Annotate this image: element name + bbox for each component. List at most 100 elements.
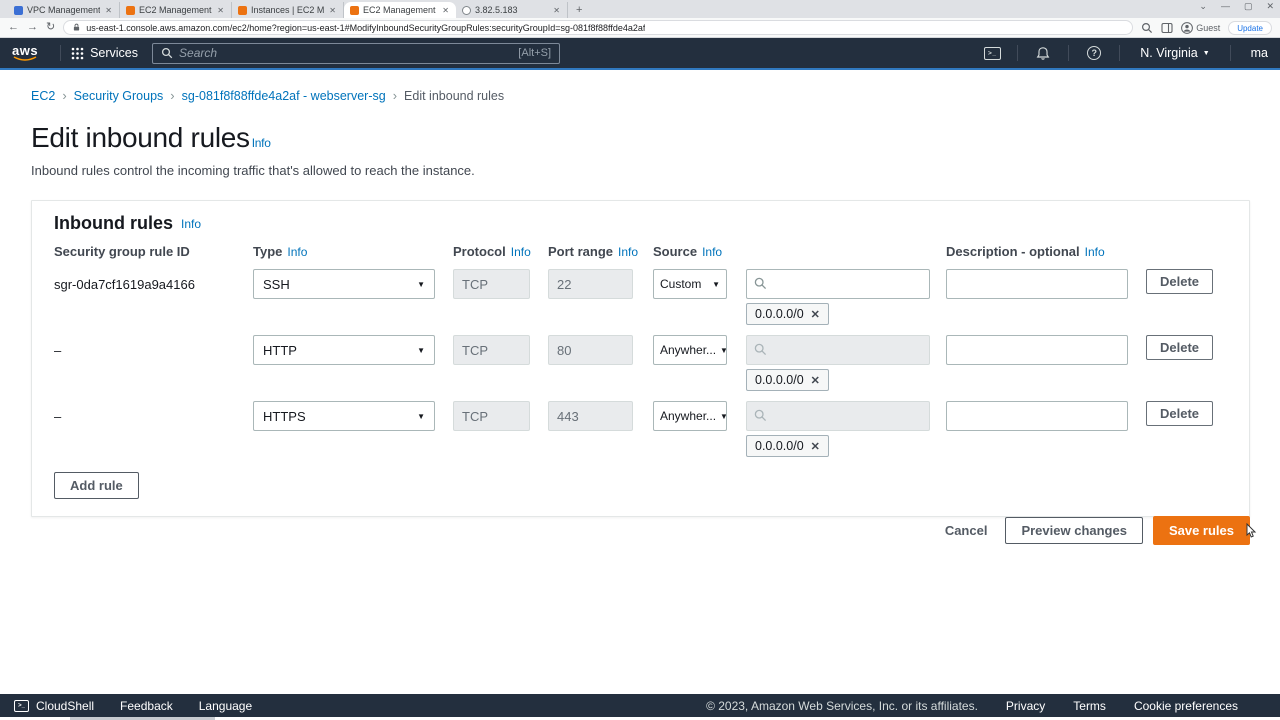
window-minimize-icon[interactable]: — [1221,1,1230,12]
address-bar[interactable]: us-east-1.console.aws.amazon.com/ec2/hom… [63,20,1133,35]
browser-profile-button[interactable]: Guest [1181,22,1220,34]
col-source: Source [653,244,697,259]
page-subtitle: Inbound rules control the incoming traff… [31,163,1280,178]
aws-logo[interactable]: aws [12,45,38,61]
tab-close-icon[interactable]: ✕ [328,6,337,15]
account-menu[interactable]: ma [1241,46,1268,60]
aws-logo-text: aws [12,45,38,56]
type-select[interactable]: HTTP▼ [253,335,435,365]
window-maximize-icon[interactable]: ▢ [1244,1,1253,12]
save-rules-button[interactable]: Save rules [1153,516,1250,545]
description-input[interactable] [946,269,1128,299]
cancel-button[interactable]: Cancel [937,517,996,544]
rule-id: sgr-0da7cf1619a9a4166 [54,269,253,292]
breadcrumb-separator-icon: › [386,88,404,103]
col-description-info-link[interactable]: Info [1085,245,1105,259]
source-type-value: Custom [660,277,701,291]
cloudshell-terminal-icon: >_ [14,700,29,712]
tab-ec2-console-1[interactable]: EC2 Management Console ✕ [120,2,232,18]
avatar-icon [1181,22,1193,34]
col-protocol-info-link[interactable]: Info [511,245,531,259]
tab-close-icon[interactable]: ✕ [216,6,225,15]
help-button[interactable]: ? [1079,46,1109,60]
back-icon[interactable]: ← [8,22,19,33]
remove-cidr-icon[interactable]: ✕ [811,374,820,387]
forward-icon[interactable]: → [27,22,38,33]
breadcrumb-security-group-id[interactable]: sg-081f8f88ffde4a2af - webserver-sg [182,89,386,103]
card-info-link[interactable]: Info [181,217,201,231]
port-range-field [548,335,633,365]
remove-cidr-icon[interactable]: ✕ [811,440,820,453]
side-panel-icon[interactable] [1161,22,1173,34]
preview-changes-button[interactable]: Preview changes [1005,517,1143,544]
breadcrumb-ec2[interactable]: EC2 [31,89,55,103]
grid-icon [71,47,84,60]
breadcrumb: EC2 › Security Groups › sg-081f8f88ffde4… [31,88,1280,103]
type-select[interactable]: HTTPS▼ [253,401,435,431]
cidr-value: 0.0.0.0/0 [755,439,804,453]
window-controls: ⌄ — ▢ ✕ [1199,1,1274,12]
browser-toolbar: ← → ↻ us-east-1.console.aws.amazon.com/e… [0,18,1280,38]
title-info-link[interactable]: Info [252,136,271,150]
inbound-rules-card: Inbound rules Info Security group rule I… [31,200,1250,517]
description-input[interactable] [946,335,1128,365]
browser-update-button[interactable]: Update [1228,21,1272,35]
source-type-select[interactable]: Anywher... ▼ [653,401,727,431]
source-type-select[interactable]: Custom ▼ [653,269,727,299]
cidr-value: 0.0.0.0/0 [755,307,804,321]
source-search-wrap [746,335,930,365]
notifications-button[interactable] [1028,46,1058,61]
window-close-icon[interactable]: ✕ [1266,1,1274,12]
new-tab-button[interactable]: + [568,2,590,18]
breadcrumb-separator-icon: › [55,88,73,103]
breadcrumb-security-groups[interactable]: Security Groups [74,89,164,103]
tab-search-chevron-icon[interactable]: ⌄ [1199,1,1207,12]
services-menu-button[interactable]: Services [71,46,138,60]
delete-rule-button[interactable]: Delete [1146,401,1213,426]
main-content: EC2 › Security Groups › sg-081f8f88ffde4… [0,70,1280,694]
footer-cloudshell-button[interactable]: >_ CloudShell [14,699,94,713]
type-value: HTTP [263,343,297,358]
type-select[interactable]: SSH▼ [253,269,435,299]
remove-cidr-icon[interactable]: ✕ [811,308,820,321]
footer-language-link[interactable]: Language [199,699,252,713]
footer-privacy-link[interactable]: Privacy [1006,699,1045,713]
vpc-favicon-icon [14,6,23,15]
col-type-info-link[interactable]: Info [287,245,307,259]
add-rule-button[interactable]: Add rule [54,472,139,499]
table-row: sgr-0da7cf1619a9a4166 SSH▼ Custom ▼ Delet… [32,269,1249,325]
footer-feedback-link[interactable]: Feedback [120,699,173,713]
refresh-icon[interactable]: ↻ [46,22,55,33]
col-port-info-link[interactable]: Info [618,245,638,259]
table-row: – HTTPS▼ Anywher...▼ Delete 0.0.0.0/0 ✕ [32,401,1249,457]
delete-rule-button[interactable]: Delete [1146,269,1213,294]
search-icon[interactable] [1141,22,1153,34]
chevron-down-icon: ▼ [712,280,720,289]
ec2-favicon-icon [126,6,135,15]
region-selector[interactable]: N. Virginia ▼ [1130,46,1219,60]
col-source-info-link[interactable]: Info [702,245,722,259]
tab-close-icon[interactable]: ✕ [104,6,113,15]
tab-title: VPC Management Console [27,5,100,15]
footer-terms-link[interactable]: Terms [1073,699,1106,713]
port-range-field [548,401,633,431]
tab-ec2-console-active[interactable]: EC2 Management Console ✕ [344,2,456,18]
source-type-value: Anywher... [660,409,716,423]
cidr-value: 0.0.0.0/0 [755,373,804,387]
tab-vpc-console[interactable]: VPC Management Console ✕ [8,2,120,18]
footer-cookie-preferences-link[interactable]: Cookie preferences [1134,699,1238,713]
ec2-favicon-icon [350,6,359,15]
tab-close-icon[interactable]: ✕ [441,6,450,15]
chevron-down-icon: ▼ [720,412,727,421]
chevron-down-icon: ▼ [720,346,727,355]
tab-instances[interactable]: Instances | EC2 Management C ✕ [232,2,344,18]
tab-ip-address[interactable]: 3.82.5.183 ✕ [456,2,568,18]
source-search-input[interactable] [746,269,930,299]
source-type-select[interactable]: Anywher...▼ [653,335,727,365]
col-type: Type [253,244,282,259]
console-search-input[interactable]: Search [Alt+S] [152,43,560,64]
cloudshell-button[interactable]: >_ [977,47,1007,60]
delete-rule-button[interactable]: Delete [1146,335,1213,360]
tab-close-icon[interactable]: ✕ [552,6,561,15]
description-input[interactable] [946,401,1128,431]
